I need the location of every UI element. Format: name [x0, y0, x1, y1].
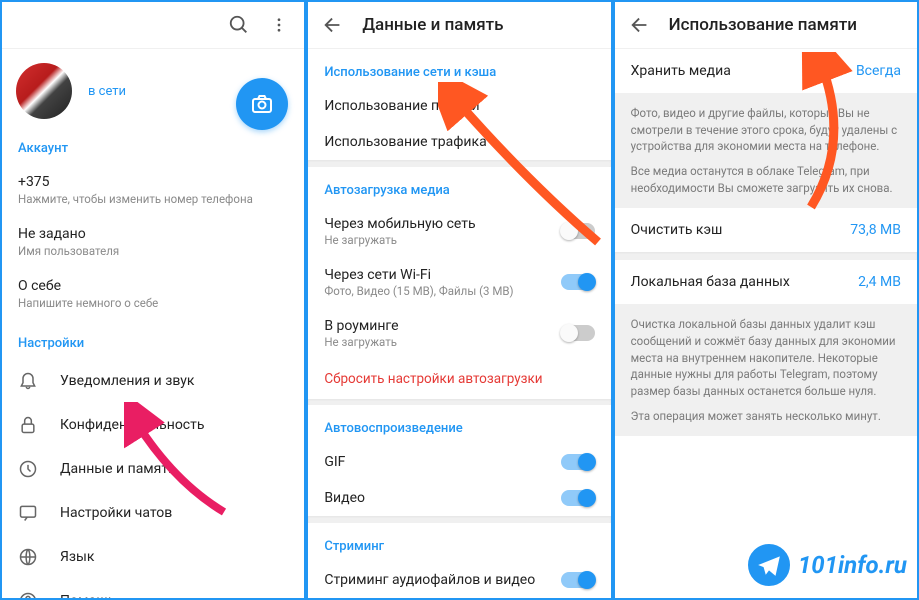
avatar[interactable] — [16, 63, 72, 119]
keep-media-desc: Фото, видео и другие файлы, которые Вы н… — [615, 93, 917, 208]
stream-audio-row[interactable]: Стриминг аудиофайлов и видео — [308, 562, 610, 598]
username-row[interactable]: Не задано Имя пользователя — [2, 216, 304, 268]
autoplay-header: Автовоспроизведение — [308, 405, 610, 444]
mobile-toggle[interactable] — [561, 223, 595, 239]
memory-usage-row[interactable]: Использование памяти — [308, 88, 610, 124]
help-row[interactable]: Помощь — [2, 579, 304, 600]
telegram-icon — [746, 542, 792, 588]
bell-icon — [18, 371, 38, 391]
chat-icon — [18, 503, 38, 523]
clear-cache-row[interactable]: Очистить кэш 73,8 MB — [615, 208, 917, 252]
search-icon[interactable] — [228, 14, 250, 36]
data-memory-row[interactable]: Данные и память — [2, 447, 304, 491]
traffic-usage-row[interactable]: Использование трафика — [308, 124, 610, 160]
account-header: Аккаунт — [2, 125, 304, 164]
keep-media-row[interactable]: Хранить медиа Всегда — [615, 49, 917, 93]
mobile-row[interactable]: Через мобильную сеть Не загружать — [308, 206, 610, 257]
autoload-header: Автозагрузка медиа — [308, 167, 610, 206]
about-row[interactable]: О себе Напишите немного о себе — [2, 268, 304, 320]
gif-toggle[interactable] — [561, 454, 595, 470]
gif-row[interactable]: GIF — [308, 444, 610, 480]
globe-icon — [18, 547, 38, 567]
lock-icon — [18, 415, 38, 435]
roaming-toggle[interactable] — [561, 325, 595, 341]
camera-fab[interactable] — [236, 78, 288, 130]
back-icon[interactable] — [322, 14, 344, 36]
help-icon — [18, 591, 38, 600]
local-db-desc: Очистка локальной базы данных удалит кэш… — [615, 304, 917, 436]
network-header: Использование сети и кэша — [308, 49, 610, 88]
language-row[interactable]: Язык — [2, 535, 304, 579]
roaming-row[interactable]: В роуминге Не загружать — [308, 308, 610, 359]
page-title: Данные и память — [362, 15, 596, 35]
more-icon[interactable] — [268, 14, 290, 36]
page-title: Использование памяти — [669, 15, 903, 35]
chat-settings-row[interactable]: Настройки чатов — [2, 491, 304, 535]
reset-autoload[interactable]: Сбросить настройки автозагрузки — [308, 359, 610, 399]
phone-row[interactable]: +375 Нажмите, чтобы изменить номер телеф… — [2, 164, 304, 216]
header: Использование памяти — [615, 2, 917, 49]
video-row[interactable]: Видео — [308, 480, 610, 516]
data-memory-panel: Данные и память Использование сети и кэш… — [306, 0, 612, 600]
privacy-row[interactable]: Конфиденциальность — [2, 403, 304, 447]
database-icon — [18, 459, 38, 479]
back-icon[interactable] — [629, 14, 651, 36]
memory-usage-panel: Использование памяти Хранить медиа Всегд… — [613, 0, 919, 600]
notifications-row[interactable]: Уведомления и звук — [2, 359, 304, 403]
wifi-row[interactable]: Через сети Wi-Fi Фото, Видео (15 MB), Фа… — [308, 257, 610, 308]
online-status: в сети — [88, 84, 126, 99]
wifi-toggle[interactable] — [561, 274, 595, 290]
video-toggle[interactable] — [561, 490, 595, 506]
watermark-logo: 101info.ru — [746, 542, 907, 588]
local-db-row[interactable]: Локальная база данных 2,4 MB — [615, 260, 917, 304]
stream-toggle[interactable] — [561, 572, 595, 588]
settings-panel: в сети Аккаунт +375 Нажмите, чтобы измен… — [0, 0, 306, 600]
header — [2, 2, 304, 49]
settings-header: Настройки — [2, 320, 304, 359]
header: Данные и память — [308, 2, 610, 49]
streaming-header: Стриминг — [308, 523, 610, 562]
